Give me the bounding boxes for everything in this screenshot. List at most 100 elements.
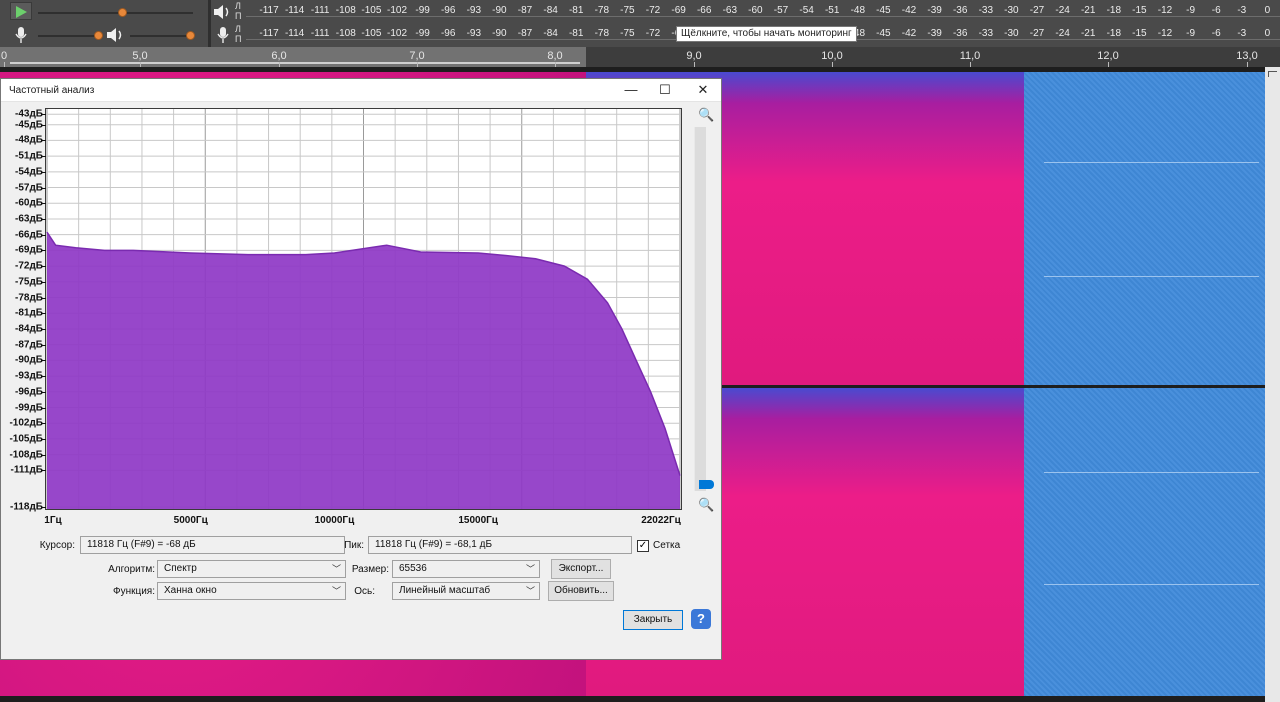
meter-right-label: П — [235, 11, 242, 21]
meter-tick-label: -30 — [1004, 28, 1019, 39]
plot-vertical-scroll[interactable]: 🔍 🔍 — [685, 107, 715, 517]
meter-tick-label: -81 — [568, 28, 584, 39]
ruler-label: 9,0 — [686, 50, 702, 62]
y-tick-label: -108дБ — [9, 449, 43, 461]
meter-right-label: П — [235, 34, 242, 44]
meter-tick-label: -21 — [1080, 5, 1096, 16]
meter-tick-label: -99 — [415, 5, 430, 16]
meter-tick-label: -24 — [1055, 5, 1070, 16]
update-button[interactable]: Обновить... — [548, 581, 614, 601]
meter-tick-label: -3 — [1237, 5, 1247, 16]
y-tick — [41, 407, 46, 409]
spectrogram-quiet-region — [1024, 388, 1265, 696]
y-tick-label: -99дБ — [15, 402, 43, 413]
spectrogram-quiet-region — [1024, 72, 1265, 385]
function-select[interactable]: Ханна окно ﹀ — [157, 582, 346, 600]
meter-tick-label: -117 — [259, 28, 279, 39]
record-volume-knob[interactable] — [94, 31, 103, 40]
meter-tick-label: -6 — [1211, 5, 1221, 16]
size-label: Размер: — [351, 564, 389, 575]
meter-tick-label: -51 — [824, 5, 840, 16]
playback-volume-slider[interactable] — [38, 12, 193, 14]
grid-label: Сетка — [653, 540, 681, 551]
meter-tick-label: -114 — [284, 28, 305, 39]
y-tick-label: -51дБ — [15, 150, 43, 162]
y-tick-label: -111дБ — [10, 464, 43, 476]
y-tick-label: -54дБ — [15, 166, 43, 178]
y-tick-label: -45дБ — [15, 119, 43, 131]
meter-tick-label: -15 — [1132, 5, 1147, 16]
meter-tick-label: -45 — [876, 5, 891, 16]
meter-tick-label: -33 — [978, 28, 994, 39]
meter-tick-label: -9 — [1186, 5, 1196, 16]
zoom-in-icon[interactable]: 🔍 — [698, 107, 714, 123]
ruler-label: 11,0 — [959, 50, 981, 62]
y-tick-label: -72дБ — [15, 260, 43, 272]
meter-tick-label: -15 — [1132, 28, 1147, 39]
playback-volume-knob[interactable] — [118, 8, 128, 17]
play-icon — [16, 6, 27, 18]
playback-speed-slider[interactable] — [130, 35, 193, 37]
meter-tick-label: -90 — [492, 28, 507, 39]
export-button[interactable]: Экспорт... — [551, 559, 611, 579]
chevron-down-icon: ﹀ — [331, 586, 341, 596]
meter-tick-label: -54 — [799, 5, 814, 16]
toolbar-divider — [208, 0, 211, 47]
playback-speed-knob[interactable] — [186, 31, 195, 40]
zoom-out-icon[interactable]: 🔍 — [698, 497, 714, 513]
y-tick — [41, 124, 46, 126]
y-tick-label: -66дБ — [15, 229, 43, 241]
ruler-label: 6,0 — [271, 50, 287, 62]
maximize-icon[interactable]: ☐ — [657, 82, 673, 98]
playback-meter[interactable]: -117 -114 -111 -108 -105 -102 -99 -96 -93 -90 -87-… — [246, 0, 1280, 23]
microphone-icon[interactable] — [215, 26, 231, 44]
spectrogram-line — [1044, 584, 1259, 585]
meter-tick-label: -96 — [440, 28, 456, 39]
y-tick — [41, 250, 46, 252]
vertical-scrollbar[interactable] — [1265, 67, 1280, 702]
spectrum-plot[interactable] — [45, 108, 682, 510]
monitoring-tooltip: Щёлкните, чтобы начать мониторинг — [676, 26, 857, 42]
timeline-ruler[interactable]: 0 5,0 6,0 7,0 8,0 9,0 10,0 11,0 12,0 13,0 — [0, 47, 1280, 67]
meter-tick-label: -102 — [386, 5, 408, 16]
meter-tick-label: -12 — [1157, 5, 1173, 16]
meter-left-label: Л — [235, 1, 241, 11]
y-tick-label: -69дБ — [15, 244, 43, 256]
plot-scroll-thumb[interactable] — [699, 480, 714, 489]
spectrogram-line — [1044, 276, 1259, 277]
meter-tick-label: -36 — [952, 28, 968, 39]
meter-tick-label: -117 — [259, 5, 279, 16]
ruler-label: 7,0 — [409, 50, 425, 62]
grid-checkbox[interactable]: ✓ — [637, 540, 649, 552]
help-icon[interactable]: ? — [691, 609, 711, 629]
close-icon[interactable]: ✕ — [695, 82, 711, 98]
record-volume-slider[interactable] — [38, 35, 98, 37]
close-button[interactable]: Закрыть — [623, 610, 683, 630]
plot-scroll-track[interactable] — [694, 127, 706, 491]
axis-label: Ось: — [354, 586, 375, 597]
size-select[interactable]: 65536 ﹀ — [392, 560, 540, 578]
peak-field[interactable]: 11818 Гц (F#9) = -68,1 дБ — [368, 536, 632, 554]
y-tick — [41, 156, 46, 158]
algorithm-select[interactable]: Спектр ﹀ — [157, 560, 346, 578]
meter-tick-label: -9 — [1186, 28, 1196, 39]
axis-select[interactable]: Линейный масштаб ﹀ — [392, 582, 540, 600]
minimize-icon[interactable]: — — [623, 82, 639, 98]
meter-tick-label: -72 — [645, 5, 661, 16]
y-tick-label: -75дБ — [15, 276, 43, 288]
cursor-field[interactable]: 11818 Гц (F#9) = -68 дБ — [80, 536, 345, 554]
meter-tick-label: -6 — [1211, 28, 1221, 39]
y-tick — [41, 423, 46, 425]
y-tick — [41, 313, 46, 315]
meter-tick-label: -21 — [1080, 28, 1096, 39]
dialog-titlebar[interactable]: Частотный анализ — ☐ ✕ — [1, 79, 721, 102]
play-meter-button[interactable] — [10, 2, 32, 20]
meter-tick-label: -24 — [1055, 28, 1070, 39]
y-tick — [41, 281, 46, 283]
speaker-icon[interactable] — [211, 2, 233, 22]
x-tick-label: 1Гц — [44, 515, 62, 526]
scroll-up-arrow-icon[interactable] — [1268, 71, 1277, 77]
y-tick — [41, 454, 46, 456]
cursor-label: Курсор: — [39, 540, 75, 551]
meter-tick-label: -42 — [901, 28, 917, 39]
